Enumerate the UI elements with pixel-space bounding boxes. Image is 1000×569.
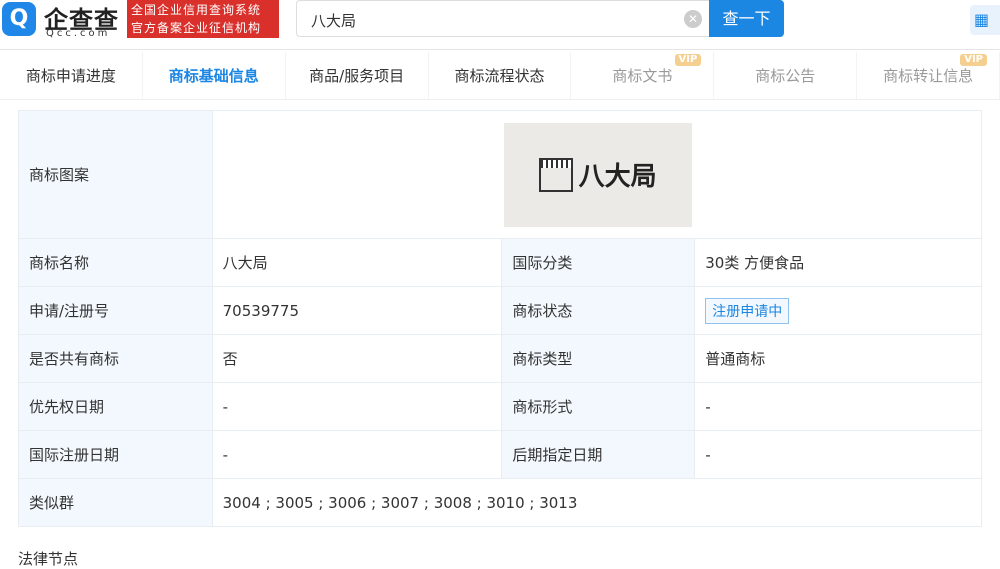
row-label: 类似群 [18,478,213,527]
row-label: 商标类型 [501,334,696,383]
search-button[interactable]: 查一下 [709,0,784,37]
header: Q 企查查 Qcc.com 全国企业信用查询系统 官方备案企业征信机构 八大局 … [0,0,1000,50]
row-value: - [211,382,503,431]
tab-announcements[interactable]: 商标公告 [714,52,858,99]
table-row: 商标图案 八大局 [18,110,983,239]
vip-badge: VIP [674,54,702,66]
table-row: 商标名称 八大局 国际分类 30类 方便食品 [18,238,982,287]
trademark-image-cell: 八大局 [211,110,983,239]
tab-label: 商标流程状态 [454,67,545,85]
table-row: 类似群 3004 ; 3005 ; 3006 ; 3007 ; 3008 ; 30… [18,478,983,527]
row-value: 普通商标 [694,334,982,383]
tab-label: 商标文书 [612,67,673,85]
section-title-legal-nodes: 法律节点 [18,550,79,568]
row-value: 八大局 [211,238,503,287]
row-value: 注册申请中 [694,286,982,335]
certification-badge: 全国企业信用查询系统 官方备案企业征信机构 [127,0,279,38]
tab-label: 商标公告 [755,67,816,85]
qcc-logo-icon[interactable]: Q [2,2,36,36]
table-row: 优先权日期 - 商标形式 - [18,382,982,431]
row-label: 商标图案 [18,110,213,239]
table-row: 是否共有商标否商标类型 普通商标 [18,334,982,383]
tab-bar: 商标申请进度 商标基础信息 商品/服务项目 商标流程状态 商标文书 VIP 商标公… [0,52,1000,100]
tab-label: 商标转让信息 [883,67,974,85]
clear-search-icon[interactable]: ✕ [684,10,702,28]
trademark-info-table: 商标图案 八大局 商标名称 八大局 国际分类 30类 方便食品 申请/注册号 70539… [18,110,983,527]
badge-line1: 全国企业信用查询系统 [131,3,262,17]
storefront-icon [538,157,573,192]
row-value: - [211,430,503,479]
status-badge: 注册申请中 [705,297,790,324]
row-label: 商标名称 [18,238,213,287]
row-label: 国际注册日期 [18,430,213,479]
vip-badge: VIP [960,54,988,66]
row-value: 3004 ; 3005 ; 3006 ; 3007 ; 3008 ; 3010 … [211,478,983,527]
tab-basic-info[interactable]: 商标基础信息 [143,52,286,99]
row-value: 否 [211,334,503,383]
row-value: 30类 方便食品 [694,238,982,287]
row-label: 是否共有商标 [18,334,213,383]
tab-label: 商标申请进度 [25,67,116,85]
row-label: 商标形式 [501,382,696,431]
row-label: 优先权日期 [18,382,213,431]
tab-process-status[interactable]: 商标流程状态 [429,52,572,99]
row-value: - [694,430,982,479]
trademark-image[interactable]: 八大局 [503,122,692,227]
row-label: 国际分类 [501,238,696,287]
tab-goods-services[interactable]: 商品/服务项目 [286,52,429,99]
row-value: 70539775 [211,286,503,335]
badge-line2: 官方备案企业征信机构 [131,21,262,35]
grid-icon[interactable]: ▦ [970,5,1000,35]
search-input[interactable]: 八大局 [296,0,709,37]
row-label: 商标状态 [501,286,696,335]
logo-domain: Qcc.com [46,28,111,39]
row-label: 后期指定日期 [501,430,696,479]
table-row: 国际注册日期 - 后期指定日期 - [18,430,982,479]
tab-label: 商标基础信息 [168,67,259,85]
trademark-image-text: 八大局 [578,162,657,192]
tab-application-progress[interactable]: 商标申请进度 [0,52,143,99]
tab-transfer-info[interactable]: 商标转让信息 VIP [857,52,1000,99]
row-label: 申请/注册号 [18,286,213,335]
tab-label: 商品/服务项目 [309,67,405,85]
table-row: 申请/注册号 70539775 商标状态 注册申请中 [18,286,982,335]
row-value: - [694,382,982,431]
tab-documents[interactable]: 商标文书 VIP [571,52,715,99]
